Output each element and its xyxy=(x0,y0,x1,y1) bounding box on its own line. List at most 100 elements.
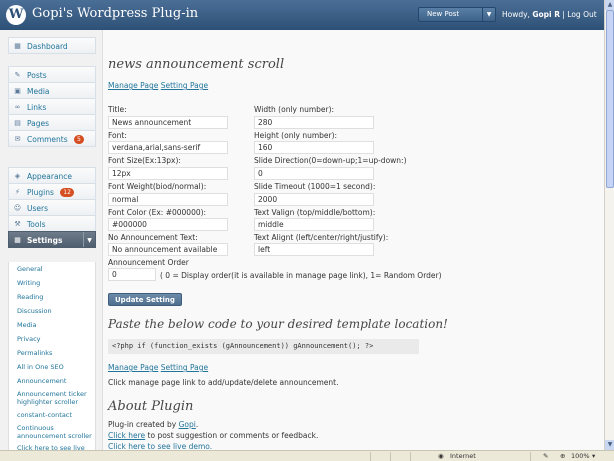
slide-direction-label: Slide Direction(0=down-up;1=up-down:) xyxy=(254,156,407,165)
logout-link[interactable]: Log Out xyxy=(567,10,596,19)
sidebar-item-links[interactable]: ∞ Links xyxy=(8,98,96,115)
submenu-item-privacy[interactable]: Privacy xyxy=(9,332,95,346)
scroll-up-arrow-icon[interactable]: ▲ xyxy=(605,0,614,10)
font-color-label: Font Color (Ex: #000000): xyxy=(108,208,207,217)
sidebar-item-tools[interactable]: ⚒ Tools xyxy=(8,215,96,232)
submenu-item-all-in-one-seo[interactable]: All in One SEO xyxy=(9,360,95,374)
height-input[interactable]: 160 xyxy=(254,141,374,154)
sidebar-item-label: Pages xyxy=(27,119,50,128)
globe-icon: ◉ xyxy=(438,452,444,460)
pushpin-icon: ✎ xyxy=(14,71,21,79)
sidebar-item-label: Plugins xyxy=(27,188,54,197)
slide-timeout-label: Slide Timeout (1000=1 second): xyxy=(254,182,376,191)
chevron-down-icon[interactable]: ▾ xyxy=(592,452,595,460)
font-weight-input[interactable]: normal xyxy=(108,193,228,206)
sidebar-item-users[interactable]: ☺ Users xyxy=(8,199,96,216)
created-by-text: Plug-in created by xyxy=(108,420,177,429)
click-here-link[interactable]: Click here xyxy=(108,431,145,440)
sidebar-item-plugins[interactable]: ⚡ Plugins 12 xyxy=(8,183,96,200)
sidebar-item-label: Users xyxy=(27,204,49,213)
howdy-text: Howdy, xyxy=(502,10,530,19)
zoom-icon[interactable]: ⊕ xyxy=(560,452,565,460)
page-links: Manage Page Setting Page xyxy=(108,81,208,90)
plugins-count-badge: 12 xyxy=(60,188,74,197)
chevron-down-icon[interactable]: ▼ xyxy=(83,232,95,247)
submenu-item-reading[interactable]: Reading xyxy=(9,290,95,304)
site-title[interactable]: Gopi's Wordpress Plug-in xyxy=(32,6,198,21)
submenu-item-constant-contact[interactable]: constant-contact xyxy=(9,408,95,422)
media-icon: ▣ xyxy=(14,87,21,95)
scrollbar-thumb[interactable] xyxy=(606,10,614,188)
wordpress-logo-icon[interactable]: W xyxy=(6,5,26,25)
update-setting-button[interactable]: Update Setting xyxy=(108,293,182,306)
submenu-item-discussion[interactable]: Discussion xyxy=(9,304,95,318)
sidebar-item-label: Tools xyxy=(27,220,46,229)
pages-icon: ▤ xyxy=(14,119,21,127)
setting-page-link-bottom[interactable]: Setting Page xyxy=(161,363,208,372)
font-size-input[interactable]: 12px xyxy=(108,167,228,180)
sidebar-item-media[interactable]: ▣ Media xyxy=(8,82,96,99)
submenu-item-announcement[interactable]: Announcement xyxy=(9,374,95,388)
settings-submenu: General Writing Reading Discussion Media… xyxy=(8,262,96,461)
link-icon: ∞ xyxy=(14,103,21,111)
setting-page-link[interactable]: Setting Page xyxy=(161,81,208,90)
submenu-item-permalinks[interactable]: Permalinks xyxy=(9,346,95,360)
manage-hint-text: Click manage page link to add/update/del… xyxy=(108,378,339,387)
main-content: news announcement scroll Manage Page Set… xyxy=(103,30,604,450)
font-color-input[interactable]: #000000 xyxy=(108,218,228,231)
suggestion-line: Click here to post suggestion or comment… xyxy=(108,431,318,440)
submenu-item-continuous-announcement[interactable]: Continuous announcement scroller xyxy=(9,422,95,442)
security-zone-text: Internet xyxy=(450,452,476,460)
zoom-level[interactable]: 100% xyxy=(571,452,590,460)
manage-page-link[interactable]: Manage Page xyxy=(108,81,158,90)
no-announcement-input[interactable]: No announcement available xyxy=(108,243,228,256)
sidebar-item-dashboard[interactable]: ▦ Dashboard xyxy=(8,37,96,54)
no-announcement-label: No Announcement Text: xyxy=(108,233,198,242)
text-align-input[interactable]: left xyxy=(254,243,374,256)
text-valign-label: Text Valign (top/middle/bottom): xyxy=(254,208,376,217)
username-link[interactable]: Gopi R xyxy=(532,10,560,19)
scroll-down-arrow-icon[interactable]: ▼ xyxy=(605,440,614,450)
submenu-item-announcement-ticker[interactable]: Announcement ticker highlighter scroller xyxy=(9,388,95,408)
width-input[interactable]: 280 xyxy=(254,116,374,129)
text-valign-input[interactable]: middle xyxy=(254,218,374,231)
sidebar-item-posts[interactable]: ✎ Posts xyxy=(8,66,96,83)
text-align-label: Text Alignt (left/center/right/justify): xyxy=(254,233,389,242)
slide-timeout-input[interactable]: 2000 xyxy=(254,193,374,206)
sidebar-item-comments[interactable]: ✉ Comments 5 xyxy=(8,130,96,147)
dashboard-icon: ▦ xyxy=(14,42,21,50)
vertical-scrollbar[interactable]: ▲ ▼ xyxy=(604,0,614,450)
page-links-bottom: Manage Page Setting Page xyxy=(108,363,208,372)
submenu-item-media[interactable]: Media xyxy=(9,318,95,332)
announcement-order-input[interactable]: 0 xyxy=(108,268,156,281)
created-by-line: Plug-in created by Gopi. xyxy=(108,420,199,429)
chevron-down-icon[interactable]: ▼ xyxy=(482,8,495,21)
submenu-item-general[interactable]: General xyxy=(9,262,95,276)
font-size-label: Font Size(Ex:13px): xyxy=(108,156,181,165)
sidebar-item-label: Media xyxy=(27,87,50,96)
sidebar-item-label: Appearance xyxy=(27,172,73,181)
wrench-icon: ⚒ xyxy=(14,220,21,228)
comments-count-badge: 5 xyxy=(74,135,84,144)
font-input[interactable]: verdana,arial,sans-serif xyxy=(108,141,228,154)
live-demo-link[interactable]: Click here to see live demo. xyxy=(108,442,212,450)
new-post-dropdown[interactable]: New Post ▼ xyxy=(418,7,496,22)
slide-direction-input[interactable]: 0 xyxy=(254,167,374,180)
settings-icon: ▦ xyxy=(14,236,21,244)
sidebar-item-label: Links xyxy=(27,103,47,112)
sidebar-item-settings[interactable]: ▦ Settings ▼ xyxy=(8,231,96,248)
admin-header: W Gopi's Wordpress Plug-in New Post ▼ Ho… xyxy=(0,0,604,30)
submenu-item-writing[interactable]: Writing xyxy=(9,276,95,290)
sidebar-item-label: Comments xyxy=(27,135,68,144)
user-greeting: Howdy, Gopi R | Log Out xyxy=(502,10,597,19)
new-post-label: New Post xyxy=(427,10,460,18)
sidebar-item-label: Settings xyxy=(27,236,63,245)
sidebar-item-pages[interactable]: ▤ Pages xyxy=(8,114,96,131)
status-divider xyxy=(370,452,371,461)
manage-page-link-bottom[interactable]: Manage Page xyxy=(108,363,158,372)
paste-code-heading: Paste the below code to your desired tem… xyxy=(108,317,448,331)
status-divider xyxy=(530,452,531,461)
title-input[interactable]: News announcement xyxy=(108,116,228,129)
sidebar-item-appearance[interactable]: ◈ Appearance xyxy=(8,167,96,184)
author-link[interactable]: Gopi xyxy=(179,420,196,429)
